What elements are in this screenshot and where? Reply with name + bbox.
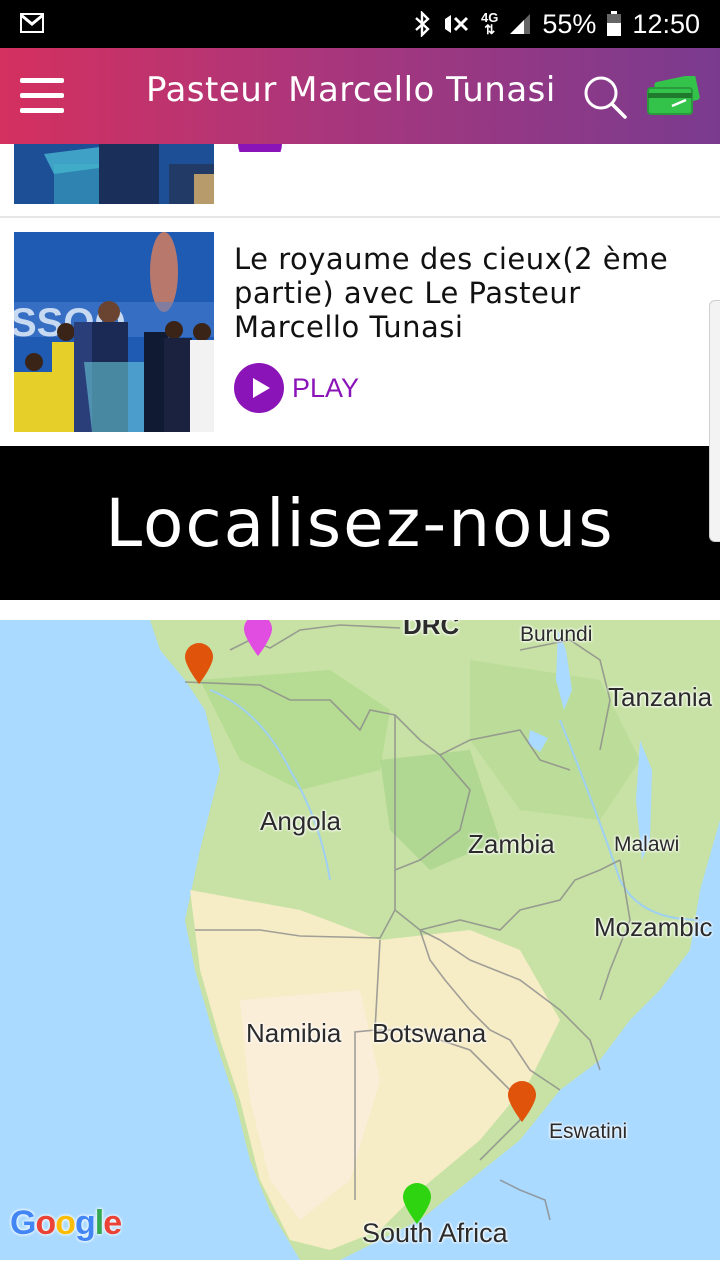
video-thumbnail[interactable] bbox=[14, 144, 214, 204]
section-heading: Localisez-nous bbox=[105, 484, 615, 562]
play-button[interactable]: PLAY bbox=[234, 363, 359, 413]
map-label-angola: Angola bbox=[260, 806, 341, 836]
map-pin-icon[interactable] bbox=[184, 642, 214, 684]
list-item[interactable]: SSOO Le royaume des cieux(2 ème partie) … bbox=[0, 232, 720, 432]
map-label-botswana: Botswana bbox=[372, 1018, 487, 1048]
map-label-namibia: Namibia bbox=[246, 1018, 342, 1048]
map-label-south-africa: South Africa bbox=[362, 1218, 508, 1248]
scrollbar-handle[interactable] bbox=[709, 300, 720, 542]
map-pin-icon[interactable] bbox=[402, 1182, 432, 1224]
menu-icon[interactable] bbox=[20, 78, 64, 114]
payment-card-icon[interactable] bbox=[646, 76, 702, 116]
vibrate-off-icon bbox=[445, 15, 469, 33]
map-label-drc: DRC bbox=[403, 620, 460, 640]
search-icon[interactable] bbox=[582, 74, 628, 120]
map-pin-icon[interactable] bbox=[243, 620, 273, 656]
map-pin-icon[interactable] bbox=[507, 1080, 537, 1122]
play-label[interactable]: PLAY bbox=[292, 373, 359, 404]
battery-percent: 55% bbox=[542, 8, 597, 39]
app-bar: Pasteur Marcello Tunasi bbox=[0, 48, 720, 144]
map-label-burundi: Burundi bbox=[520, 623, 593, 646]
map-label-zambia: Zambia bbox=[468, 829, 555, 859]
clock: 12:50 bbox=[632, 8, 700, 39]
map-label-malawi: Malawi bbox=[614, 833, 680, 856]
divider bbox=[0, 216, 720, 218]
map-label-mozambique: Mozambic bbox=[594, 912, 713, 942]
media-list: SSOO Le royaume des cieux(2 ème partie) … bbox=[0, 144, 720, 446]
app-title: Pasteur Marcello Tunasi bbox=[146, 70, 556, 110]
map-label-tanzania: Tanzania bbox=[608, 682, 713, 712]
play-icon[interactable] bbox=[234, 363, 284, 413]
list-item-title[interactable]: Le royaume des cieux(2 ème partie) avec … bbox=[234, 242, 704, 344]
map-view[interactable]: DRC Burundi Tanzania Angola Zambia Malaw… bbox=[0, 620, 720, 1260]
network-type: 4G ⇅ bbox=[481, 10, 499, 37]
gmail-icon bbox=[20, 13, 44, 33]
signal-icon bbox=[510, 14, 531, 34]
location-banner: Localisez-nous bbox=[0, 446, 720, 600]
play-button-partial[interactable] bbox=[238, 144, 282, 152]
status-bar: 4G ⇅ 55% 12:50 bbox=[0, 0, 720, 48]
video-thumbnail[interactable]: SSOO bbox=[14, 232, 214, 432]
map-label-eswatini: Eswatini bbox=[549, 1120, 628, 1143]
google-logo: Google bbox=[10, 1204, 122, 1242]
battery-icon bbox=[607, 11, 622, 36]
bluetooth-icon bbox=[415, 11, 430, 37]
